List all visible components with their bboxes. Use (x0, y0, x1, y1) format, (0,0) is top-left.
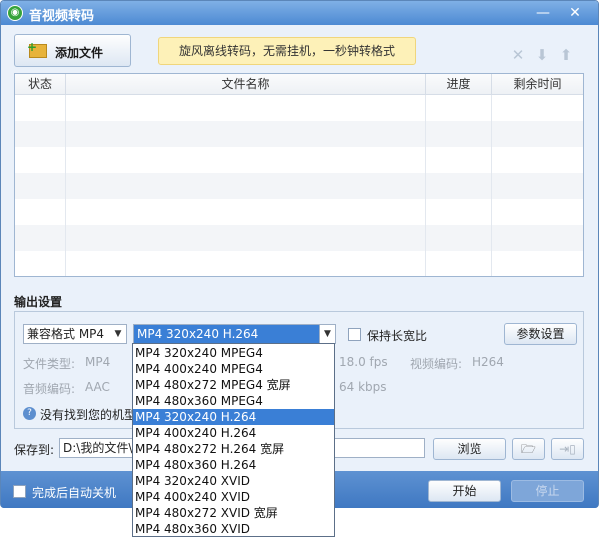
plus-icon: + (27, 40, 38, 54)
file-type-value: MP4 (85, 355, 111, 369)
column-divider (65, 95, 66, 276)
file-type-label: 文件类型: (23, 357, 76, 371)
preset-option[interactable]: MP4 400x240 XVID (133, 489, 334, 505)
export-button[interactable]: ⇥▯ (551, 438, 584, 460)
preset-option[interactable]: MP4 480x272 XVID 宽屏 (133, 505, 334, 521)
preset-option[interactable]: MP4 480x360 MPEG4 (133, 393, 334, 409)
title-bar[interactable]: ◉ 音视频转码 — ✕ (1, 1, 598, 25)
format-category-value: 兼容格式 MP4 (27, 327, 105, 341)
table-row (15, 225, 583, 251)
audio-codec-label: 音频编码: (23, 382, 76, 396)
column-header-progress[interactable]: 进度 (426, 74, 492, 95)
promo-banner[interactable]: 旋风离线转码，无需挂机，一秒钟转格式 (158, 37, 416, 65)
auto-shutdown-label: 完成后自动关机 (32, 486, 117, 500)
framerate-value: 18.0 fps (339, 355, 388, 369)
device-not-found-link[interactable]: 没有找到您的机型 (40, 406, 136, 423)
auto-shutdown-checkbox[interactable] (13, 485, 26, 498)
format-preset-value: MP4 320x240 H.264 (137, 327, 259, 341)
params-settings-button[interactable]: 参数设置 (504, 323, 577, 345)
add-files-button[interactable]: + 添加文件 (14, 34, 131, 67)
preset-dropdown-list[interactable]: MP4 320x240 MPEG4 MP4 400x240 MPEG4 MP4 … (132, 343, 335, 537)
keep-aspect-label: 保持长宽比 (367, 329, 428, 343)
table-header: 状态 文件名称 进度 剩余时间 (15, 74, 583, 95)
file-table[interactable]: 状态 文件名称 进度 剩余时间 (14, 73, 584, 277)
browse-button[interactable]: 浏览 (433, 438, 506, 460)
bitrate-value: 64 kbps (339, 380, 387, 394)
chevron-down-icon: ▼ (319, 325, 335, 343)
audio-codec-value: AAC (85, 380, 110, 394)
help-icon: ? (23, 407, 36, 420)
format-category-select[interactable]: 兼容格式 MP4 ▼ (23, 324, 127, 344)
video-codec-label: 视频编码: (410, 357, 463, 371)
folder-icon: 🗁 (521, 442, 536, 456)
export-icon: ⇥▯ (559, 442, 576, 456)
save-to-label: 保存到: (14, 443, 55, 457)
preset-option[interactable]: MP4 400x240 MPEG4 (133, 361, 334, 377)
keep-aspect-checkbox[interactable] (348, 328, 361, 341)
preset-option[interactable]: MP4 320x240 MPEG4 (133, 345, 334, 361)
preset-option[interactable]: MP4 400x240 H.264 (133, 425, 334, 441)
chevron-down-icon: ▼ (114, 329, 122, 339)
close-button[interactable]: ✕ (564, 3, 586, 23)
preset-option[interactable]: MP4 480x272 H.264 宽屏 (133, 441, 334, 457)
preset-option-selected[interactable]: MP4 320x240 H.264 (133, 409, 334, 425)
table-row (15, 173, 583, 199)
format-preset-select[interactable]: MP4 320x240 H.264 ▼ (133, 324, 336, 344)
app-icon: ◉ (7, 5, 23, 21)
column-header-status[interactable]: 状态 (15, 74, 66, 95)
stop-button[interactable]: 停止 (511, 480, 584, 502)
column-header-remaining[interactable]: 剩余时间 (492, 74, 583, 95)
preset-option[interactable]: MP4 480x360 H.264 (133, 457, 334, 473)
arrow-up-icon[interactable]: ⬆ (558, 47, 574, 63)
video-codec-value: H264 (472, 355, 504, 369)
column-divider (491, 95, 492, 276)
column-divider (425, 95, 426, 276)
add-files-label: 添加文件 (55, 46, 104, 60)
start-button[interactable]: 开始 (428, 480, 501, 502)
window-title: 音视频转码 (29, 9, 95, 24)
output-settings-title: 输出设置 (14, 295, 63, 309)
column-header-filename[interactable]: 文件名称 (66, 74, 426, 95)
close-icon[interactable]: ✕ (510, 47, 526, 63)
preset-option[interactable]: MP4 320x240 XVID (133, 473, 334, 489)
preset-option[interactable]: MP4 480x272 MPEG4 宽屏 (133, 377, 334, 393)
preset-option[interactable]: MP4 480x360 XVID (133, 521, 334, 536)
table-row (15, 121, 583, 147)
arrow-down-icon[interactable]: ⬇ (534, 47, 550, 63)
open-folder-button[interactable]: 🗁 (512, 438, 545, 460)
minimize-button[interactable]: — (532, 3, 554, 23)
